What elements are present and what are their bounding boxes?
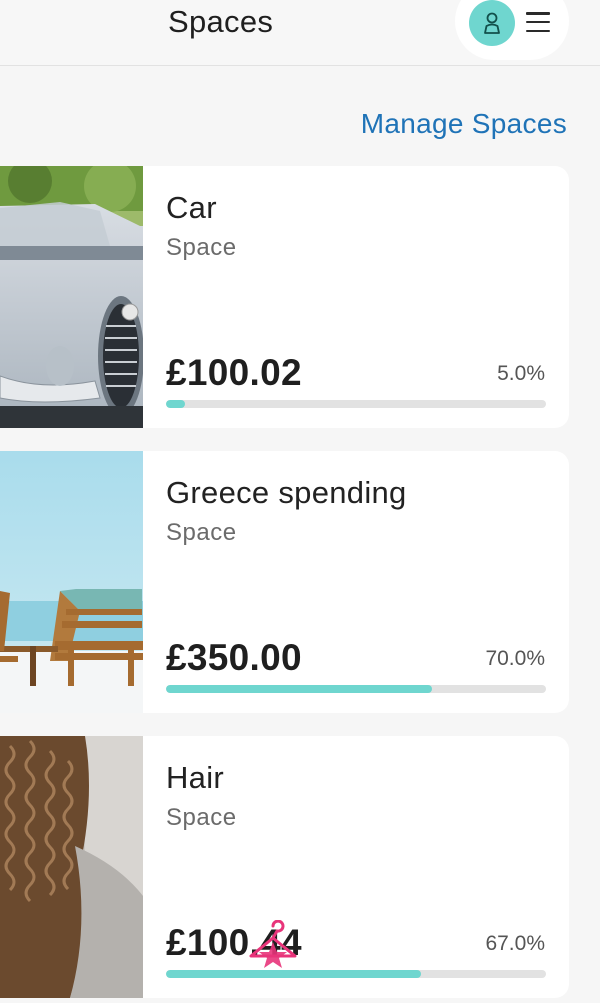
page-title: Spaces: [168, 4, 274, 39]
space-progress-bar: [166, 400, 546, 408]
hair-image: [0, 736, 143, 998]
space-progress-bar: [166, 685, 546, 693]
space-name: Car: [166, 190, 217, 225]
user-icon: [484, 12, 500, 34]
space-percent: 70.0%: [485, 647, 545, 670]
space-percent: 5.0%: [497, 362, 545, 385]
beach-image: [0, 451, 143, 713]
space-card-greece-spending[interactable]: Greece spending Space £350.00 70.0%: [0, 451, 569, 713]
space-progress-bar: [166, 970, 546, 978]
space-name: Greece spending: [166, 475, 407, 510]
space-amount: £100.02: [166, 352, 302, 393]
hamburger-menu-icon[interactable]: [526, 12, 550, 32]
space-type: Space: [166, 234, 237, 261]
app-header: Spaces: [0, 0, 600, 66]
space-progress-fill: [166, 685, 432, 693]
space-type: Space: [166, 804, 237, 831]
space-percent: 67.0%: [485, 932, 545, 955]
manage-spaces-link[interactable]: Manage Spaces: [361, 108, 567, 140]
space-progress-fill: [166, 400, 185, 408]
space-name: Hair: [166, 760, 225, 795]
space-amount: £350.00: [166, 637, 302, 678]
space-type: Space: [166, 519, 237, 546]
car-image: [0, 166, 143, 428]
profile-avatar-button[interactable]: [469, 0, 515, 46]
space-card-car[interactable]: Car Space £100.02 5.0%: [0, 166, 569, 428]
hanger-icon: [246, 919, 300, 974]
